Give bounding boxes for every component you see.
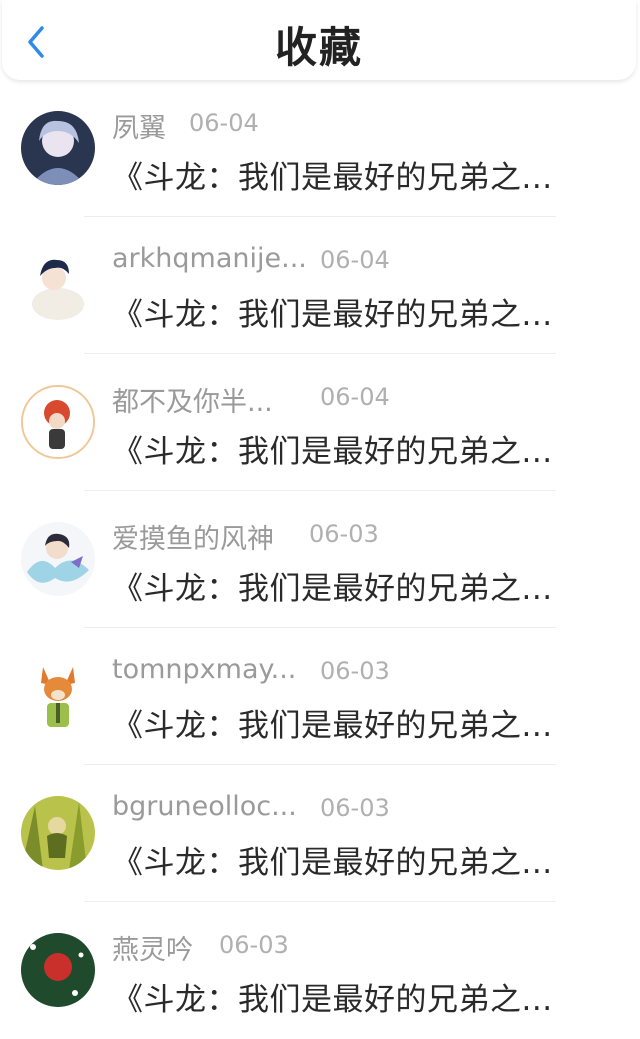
user-name[interactable]: 夙翼 xyxy=(112,106,166,145)
favorite-title[interactable]: 《斗龙：我们是最好的兄弟之... xyxy=(112,974,632,1019)
post-date: 06-04 xyxy=(189,109,259,137)
top-bar: 收藏 xyxy=(2,0,636,80)
post-date: 06-03 xyxy=(219,931,289,959)
list-item[interactable]: 爱摸鱼的风神 06-03 《斗龙：我们是最好的兄弟之... xyxy=(0,491,640,628)
avatar[interactable] xyxy=(21,659,95,733)
post-date: 06-04 xyxy=(320,383,390,411)
avatar-image xyxy=(21,659,95,733)
avatar[interactable] xyxy=(21,522,95,596)
list-item[interactable]: 燕灵吟 06-03 《斗龙：我们是最好的兄弟之... xyxy=(0,902,640,1039)
favorite-title[interactable]: 《斗龙：我们是最好的兄弟之... xyxy=(112,289,632,334)
avatar[interactable] xyxy=(21,111,95,185)
avatar-image xyxy=(21,111,95,185)
list-item[interactable]: bgruneolloc... 06-03 《斗龙：我们是最好的兄弟之... xyxy=(0,765,640,902)
user-name[interactable]: arkhqmanije... xyxy=(112,243,307,274)
favorite-title[interactable]: 《斗龙：我们是最好的兄弟之... xyxy=(112,426,632,471)
list-item[interactable]: arkhqmanije... 06-04 《斗龙：我们是最好的兄弟之... xyxy=(0,217,640,354)
post-date: 06-04 xyxy=(320,246,390,274)
favorite-title[interactable]: 《斗龙：我们是最好的兄弟之... xyxy=(112,700,632,745)
avatar-image xyxy=(23,387,93,457)
avatar-image xyxy=(21,933,95,1007)
favorite-title[interactable]: 《斗龙：我们是最好的兄弟之... xyxy=(112,152,632,197)
avatar-image xyxy=(21,248,95,322)
post-date: 06-03 xyxy=(320,657,390,685)
post-date: 06-03 xyxy=(320,794,390,822)
favorite-title[interactable]: 《斗龙：我们是最好的兄弟之... xyxy=(112,563,632,608)
list-item[interactable]: 夙翼 06-04 《斗龙：我们是最好的兄弟之... xyxy=(0,80,640,217)
avatar[interactable] xyxy=(21,796,95,870)
list-item[interactable]: 都不及你半... 06-04 《斗龙：我们是最好的兄弟之... xyxy=(0,354,640,491)
avatar[interactable] xyxy=(21,385,95,459)
user-name[interactable]: tomnpxmay... xyxy=(112,654,296,685)
user-name[interactable]: 燕灵吟 xyxy=(112,928,193,967)
avatar[interactable] xyxy=(21,933,95,1007)
favorites-list: 夙翼 06-04 《斗龙：我们是最好的兄弟之... arkhqmanije...… xyxy=(0,80,640,1039)
favorite-title[interactable]: 《斗龙：我们是最好的兄弟之... xyxy=(112,837,632,882)
page-title: 收藏 xyxy=(274,23,363,72)
avatar[interactable] xyxy=(21,248,95,322)
user-name[interactable]: bgruneolloc... xyxy=(112,791,297,822)
avatar-image xyxy=(21,522,95,596)
back-button[interactable] xyxy=(20,22,52,62)
user-name[interactable]: 都不及你半... xyxy=(112,380,273,419)
chevron-left-icon xyxy=(28,26,44,58)
user-name[interactable]: 爱摸鱼的风神 xyxy=(112,517,274,556)
list-item[interactable]: tomnpxmay... 06-03 《斗龙：我们是最好的兄弟之... xyxy=(0,628,640,765)
post-date: 06-03 xyxy=(309,520,379,548)
avatar-image xyxy=(21,796,95,870)
